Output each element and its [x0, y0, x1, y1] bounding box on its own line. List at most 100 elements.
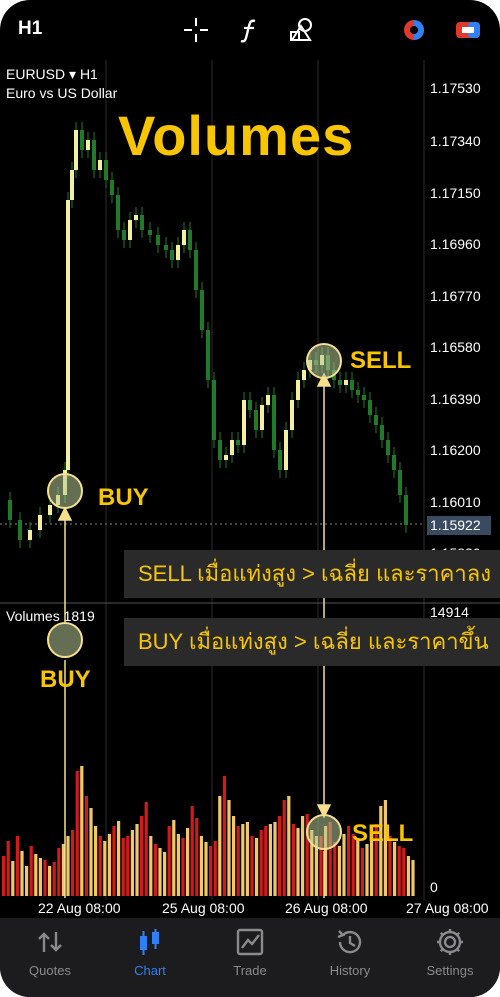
volume-bar	[259, 830, 263, 896]
candle	[104, 160, 108, 180]
volume-bar	[158, 848, 162, 896]
candle	[350, 380, 354, 390]
volume-bar	[241, 824, 245, 896]
quotes-icon	[38, 932, 62, 952]
time-tick: 25 Aug 08:00	[162, 900, 245, 916]
nav-settings-label: Settings	[426, 963, 474, 978]
candle	[338, 380, 342, 385]
price-tick: 1.16010	[430, 494, 481, 510]
volume-bar	[255, 838, 259, 896]
candle	[66, 200, 70, 470]
volume-bar	[84, 796, 88, 896]
volume-bar	[190, 806, 194, 896]
candle	[98, 160, 102, 170]
nav-quotes[interactable]: Quotes	[0, 918, 100, 997]
volume-bar	[172, 820, 176, 896]
candle	[206, 330, 210, 380]
volume-bar	[268, 824, 272, 896]
sell-marker	[306, 343, 342, 379]
candle	[272, 395, 276, 450]
price-tick: 1.16200	[430, 442, 481, 458]
volume-bar	[181, 838, 185, 896]
history-icon	[337, 930, 362, 954]
objects-icon[interactable]	[288, 16, 316, 44]
trade-toggle-icon[interactable]	[454, 16, 482, 44]
volume-bar	[71, 830, 75, 896]
volume-bar	[296, 828, 300, 896]
volume-bar	[52, 862, 56, 896]
buy-marker	[47, 473, 83, 509]
volume-bar	[112, 826, 116, 896]
nav-chart[interactable]: Chart	[100, 918, 200, 997]
volume-bar	[397, 846, 401, 896]
volume-bar	[204, 842, 208, 896]
volume-bar	[213, 841, 217, 896]
sell-volume-marker	[306, 814, 342, 850]
candle	[156, 235, 160, 245]
buy-volume-label: BUY	[40, 666, 91, 693]
volume-bar	[342, 834, 346, 896]
candle	[392, 455, 396, 470]
candle	[236, 440, 240, 445]
candle	[170, 250, 174, 260]
volume-bar	[66, 836, 70, 896]
candle	[116, 195, 120, 230]
volume-bar	[337, 846, 341, 896]
nav-trade[interactable]: Trade	[200, 918, 300, 997]
volume-bar	[245, 822, 249, 896]
candle	[188, 230, 192, 250]
candle	[70, 170, 74, 200]
volume-bar	[291, 824, 295, 896]
volume-bar	[186, 828, 190, 896]
volume-bar	[103, 841, 107, 896]
volume-bar	[2, 856, 6, 896]
volume-bar	[89, 808, 93, 896]
volume-bar	[393, 842, 397, 896]
volume-bar	[250, 836, 254, 896]
time-tick: 27 Aug 08:00	[406, 900, 489, 916]
candle	[28, 530, 32, 540]
settings-icon	[437, 929, 463, 955]
volume-bar	[48, 866, 52, 896]
chart-icon	[140, 929, 159, 955]
candle	[242, 400, 246, 445]
nav-history[interactable]: History	[300, 918, 400, 997]
price-tick: 1.17150	[430, 185, 481, 201]
chart-type-icon[interactable]	[400, 16, 428, 44]
candle	[224, 455, 228, 460]
volume-bar	[135, 824, 139, 896]
timeframe-button[interactable]: H1	[18, 18, 42, 40]
candle	[140, 215, 144, 230]
volume-bar	[402, 848, 406, 896]
symbol-description: Euro vs US Dollar	[6, 85, 118, 101]
volume-bar	[11, 861, 15, 896]
candle	[374, 415, 378, 425]
candle	[148, 230, 152, 235]
candle	[86, 140, 90, 150]
candle	[18, 520, 22, 540]
buy-label: BUY	[98, 484, 149, 511]
buy-volume-marker	[47, 622, 83, 658]
function-icon[interactable]	[236, 16, 264, 44]
candle	[398, 470, 402, 495]
nav-chart-label: Chart	[134, 963, 166, 978]
volume-bar	[20, 851, 24, 896]
volume-bar	[38, 858, 42, 896]
candle	[230, 440, 234, 455]
volume-bar	[121, 838, 125, 896]
price-tick: 1.16770	[430, 288, 481, 304]
symbol-label[interactable]: EURUSD ▾ H1	[6, 66, 98, 83]
volume-bar	[140, 816, 144, 896]
candle	[302, 370, 306, 380]
nav-history-label: History	[329, 963, 371, 978]
volume-bar	[333, 842, 337, 896]
candle	[176, 245, 180, 260]
crosshair-icon[interactable]	[182, 16, 210, 44]
volume-bar	[282, 800, 286, 896]
volume-bar	[383, 800, 387, 896]
volume-bar	[94, 826, 98, 896]
volume-bar	[218, 796, 222, 896]
candle	[356, 390, 360, 395]
nav-settings[interactable]: Settings	[400, 918, 500, 997]
volume-bar	[365, 844, 369, 896]
